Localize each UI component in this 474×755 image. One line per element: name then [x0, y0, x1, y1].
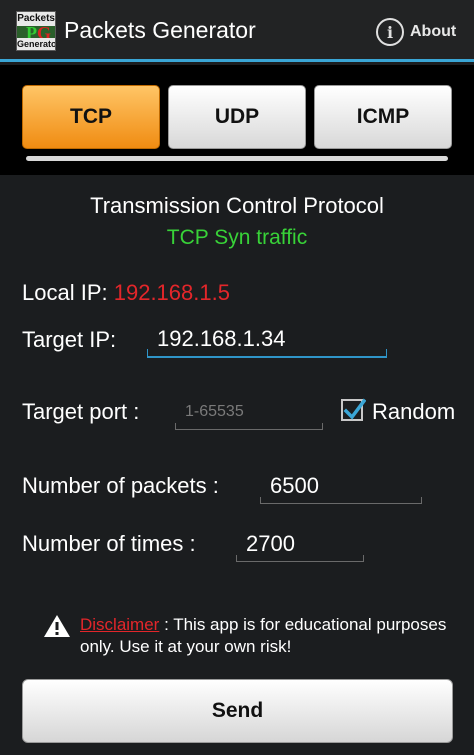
target-ip-value: 192.168.1.34 — [157, 326, 286, 351]
app-logo-bottom-text: Generator — [17, 38, 56, 50]
about-button[interactable]: i About — [370, 14, 470, 50]
send-button[interactable]: Send — [22, 679, 453, 743]
info-icon: i — [376, 18, 404, 46]
packets-value: 6500 — [270, 472, 319, 498]
tab-udp[interactable]: UDP — [168, 85, 306, 149]
tab-scroll-indicator — [26, 156, 448, 161]
target-port-label: Target port : — [22, 399, 140, 424]
local-ip-row: Local IP: 192.168.1.5 — [22, 280, 230, 306]
local-ip-value: 192.168.1.5 — [113, 280, 230, 305]
target-port-input[interactable]: 1-65535 — [175, 394, 323, 430]
disclaimer-separator: : — [159, 615, 174, 634]
checkmark-icon — [343, 398, 366, 420]
protocol-mode: TCP Syn traffic — [166, 226, 308, 249]
app-logo-icon: Packets PG Generator — [16, 11, 56, 51]
about-label: About — [410, 23, 457, 40]
times-input[interactable]: 2700 — [236, 526, 364, 562]
protocol-name: Transmission Control Protocol — [90, 193, 384, 218]
random-label[interactable]: Random — [372, 399, 455, 425]
disclaimer-label[interactable]: Disclaimer — [80, 615, 159, 634]
times-label: Number of times : — [22, 531, 196, 556]
action-bar: Packets PG Generator Packets Generator i… — [0, 0, 474, 62]
app-title: Packets Generator — [64, 17, 256, 43]
target-ip-label: Target IP: — [22, 327, 117, 352]
tab-tcp[interactable]: TCP — [22, 85, 160, 149]
packets-label: Number of packets : — [22, 473, 219, 498]
packets-input[interactable]: 6500 — [260, 468, 422, 504]
tab-icmp[interactable]: ICMP — [314, 85, 452, 149]
times-value: 2700 — [246, 530, 295, 556]
local-ip-label: Local IP: — [22, 280, 108, 305]
warning-icon — [44, 615, 70, 637]
target-port-placeholder: 1-65535 — [185, 402, 244, 420]
random-checkbox[interactable] — [341, 398, 366, 421]
protocol-tab-bar: TCP UDP ICMP — [0, 65, 474, 175]
target-ip-input[interactable]: 192.168.1.34 — [147, 322, 387, 358]
disclaimer-text: Disclaimer : This app is for educational… — [80, 614, 460, 658]
